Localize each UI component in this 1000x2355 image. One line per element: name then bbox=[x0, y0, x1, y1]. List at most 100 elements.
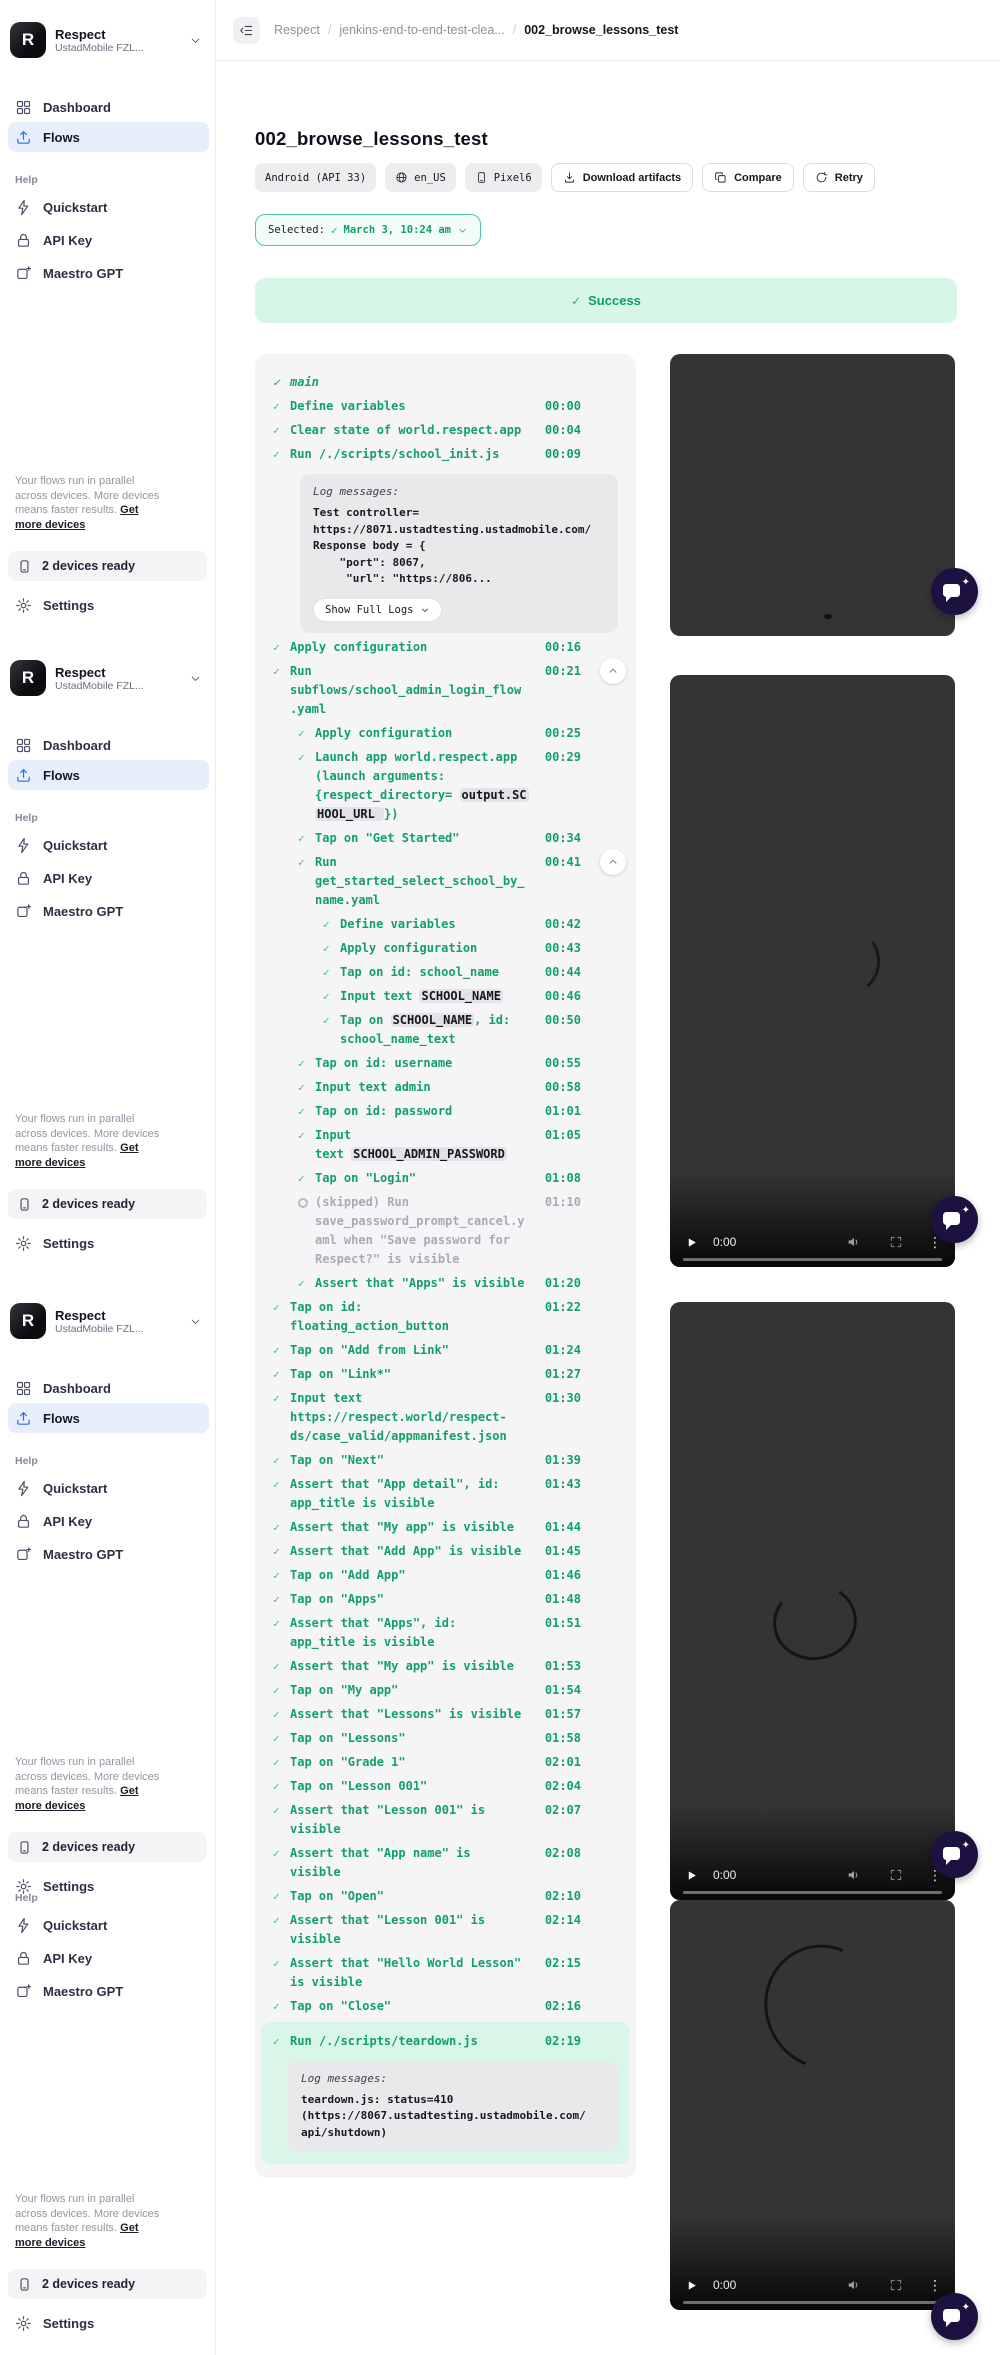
org-switcher[interactable]: RRespectUstadMobile FZL... bbox=[10, 660, 202, 696]
play-icon[interactable] bbox=[685, 1869, 698, 1882]
device-video-player[interactable]: 0:00⋮ bbox=[670, 1900, 955, 2310]
step-row: ✓Assert that "Lessons" is visible01:57 bbox=[273, 1705, 618, 1724]
breadcrumb-item[interactable]: Respect bbox=[274, 23, 320, 37]
step-time: 01:51 bbox=[545, 1614, 581, 1633]
chevron-down-icon bbox=[457, 225, 468, 236]
sidebar-item-quickstart[interactable]: Quickstart bbox=[8, 1910, 209, 1940]
sidebar-item-api-key[interactable]: API Key bbox=[8, 225, 209, 255]
collapse-sidebar-button[interactable] bbox=[233, 17, 260, 44]
device-video-player[interactable]: 0:00⋮ bbox=[670, 675, 955, 1267]
devices-ready-pill: 2 devices ready bbox=[8, 1189, 207, 1219]
step-text: Apply configuration bbox=[340, 939, 477, 958]
lock-icon bbox=[15, 870, 32, 887]
selected-prefix: Selected: bbox=[268, 224, 325, 236]
sidebar-item-dashboard[interactable]: Dashboard bbox=[8, 730, 209, 760]
device-video-player[interactable] bbox=[670, 354, 955, 636]
sidebar-item-quickstart[interactable]: Quickstart bbox=[8, 830, 209, 860]
volume-icon[interactable] bbox=[846, 1867, 862, 1883]
org-subtitle: UstadMobile FZL... bbox=[55, 680, 144, 692]
compare-button[interactable]: Compare bbox=[702, 163, 794, 192]
check-icon: ✓ bbox=[298, 1274, 315, 1293]
fullscreen-icon[interactable] bbox=[889, 2278, 903, 2292]
check-icon: ✓ bbox=[298, 748, 315, 824]
step-text: Tap on "Open" bbox=[290, 1887, 384, 1906]
retry-button[interactable]: Retry bbox=[803, 163, 875, 192]
play-icon[interactable] bbox=[685, 1236, 698, 1249]
volume-icon[interactable] bbox=[846, 2277, 862, 2293]
code-chip: SCHOOL_NAME bbox=[391, 1013, 474, 1027]
sidebar-item-maestro-gpt[interactable]: Maestro GPT bbox=[8, 1976, 209, 2006]
step-text: Assert that "App detail", id:app_title i… bbox=[290, 1475, 500, 1513]
sidebar-item-api-key[interactable]: API Key bbox=[8, 1943, 209, 1973]
sidebar-item-dashboard[interactable]: Dashboard bbox=[8, 92, 209, 122]
show-full-logs-button[interactable]: Show Full Logs bbox=[313, 598, 442, 622]
sidebar-item-maestro-gpt[interactable]: Maestro GPT bbox=[8, 258, 209, 288]
sidebar-item-flows[interactable]: Flows bbox=[8, 1403, 209, 1433]
step-row: ✓Inputtext SCHOOL_ADMIN_PASSWORD01:05 bbox=[273, 1126, 618, 1164]
step-time: 00:55 bbox=[545, 1054, 581, 1073]
step-text: main bbox=[290, 373, 319, 392]
play-icon[interactable] bbox=[685, 2279, 698, 2292]
app-root: RRespectUstadMobile FZL...DashboardFlows… bbox=[0, 0, 1000, 2355]
sidebar-item-api-key[interactable]: API Key bbox=[8, 1506, 209, 1536]
step-time: 00:43 bbox=[545, 939, 581, 958]
check-icon: ✓ bbox=[571, 294, 581, 308]
status-label: Success bbox=[588, 293, 641, 308]
org-switcher[interactable]: RRespectUstadMobile FZL... bbox=[10, 1303, 202, 1339]
sidebar-item-settings[interactable]: Settings bbox=[8, 1228, 209, 1258]
sidebar-item-quickstart[interactable]: Quickstart bbox=[8, 1473, 209, 1503]
step-row: ✓Input text SCHOOL_NAME00:46 bbox=[273, 987, 618, 1006]
step-time: 01:24 bbox=[545, 1341, 581, 1360]
get-more-devices-link[interactable]: Get more devices bbox=[15, 1142, 139, 1169]
get-more-devices-link[interactable]: Get more devices bbox=[15, 504, 139, 531]
download-artifacts-button[interactable]: Download artifacts bbox=[551, 163, 693, 192]
video-progress-bar[interactable] bbox=[683, 1891, 942, 1894]
video-progress-bar[interactable] bbox=[683, 1258, 942, 1261]
sidebar-item-label: Settings bbox=[43, 2316, 94, 2331]
sidebar-item-settings[interactable]: Settings bbox=[8, 2308, 209, 2338]
step-time: 00:29 bbox=[545, 748, 581, 767]
device-video-player[interactable]: 0:00⋮ bbox=[670, 1302, 955, 1900]
sidebar-item-maestro-gpt[interactable]: Maestro GPT bbox=[8, 896, 209, 926]
video-progress-bar[interactable] bbox=[683, 2301, 942, 2304]
gpt-icon bbox=[15, 1983, 32, 2000]
step-text: Input texthttps://respect.world/respect-… bbox=[290, 1389, 507, 1446]
sidebar-item-maestro-gpt[interactable]: Maestro GPT bbox=[8, 1539, 209, 1569]
breadcrumb-item[interactable]: jenkins-end-to-end-test-clea... bbox=[339, 23, 504, 37]
org-name: Respect bbox=[55, 27, 144, 42]
org-name: Respect bbox=[55, 1308, 144, 1323]
collapse-step-button[interactable] bbox=[600, 849, 626, 875]
chat-widget-button[interactable]: ✦ bbox=[931, 2293, 978, 2340]
org-switcher[interactable]: RRespectUstadMobile FZL... bbox=[10, 22, 202, 58]
chevron-down-icon bbox=[420, 605, 430, 615]
chat-widget-button[interactable]: ✦ bbox=[931, 1831, 978, 1878]
volume-icon[interactable] bbox=[846, 1234, 862, 1250]
step-row: ✓Tap on "Open"02:10 bbox=[273, 1887, 618, 1906]
org-logo: R bbox=[10, 22, 46, 58]
step-row: ✓Tap on id:floating_action_button01:22 bbox=[273, 1298, 618, 1336]
step-text: Assert that "App name" isvisible bbox=[290, 1844, 471, 1882]
devices-ready-label: 2 devices ready bbox=[42, 2277, 135, 2291]
fullscreen-icon[interactable] bbox=[889, 1235, 903, 1249]
step-text: Tap on "Grade 1" bbox=[290, 1753, 406, 1772]
sidebar-item-dashboard[interactable]: Dashboard bbox=[8, 1373, 209, 1403]
fullscreen-icon[interactable] bbox=[889, 1868, 903, 1882]
sidebar-item-flows[interactable]: Flows bbox=[8, 122, 209, 152]
get-more-devices-link[interactable]: Get more devices bbox=[15, 2222, 139, 2249]
sidebar-item-flows[interactable]: Flows bbox=[8, 760, 209, 790]
step-time: 02:07 bbox=[545, 1801, 581, 1820]
sidebar-item-label: Quickstart bbox=[43, 1481, 107, 1496]
run-selector-dropdown[interactable]: Selected: ✓ March 3, 10:24 am bbox=[255, 214, 481, 246]
chat-widget-button[interactable]: ✦ bbox=[931, 1196, 978, 1243]
sidebar-item-settings[interactable]: Settings bbox=[8, 590, 209, 620]
chat-bubble-icon bbox=[943, 584, 960, 597]
collapse-step-button[interactable] bbox=[600, 658, 626, 684]
chat-widget-button[interactable]: ✦ bbox=[931, 568, 978, 615]
step-time: 01:05 bbox=[545, 1126, 581, 1145]
step-row: ✓Run /./scripts/school_init.js00:09 bbox=[273, 445, 618, 464]
step-text: Tap on SCHOOL_NAME, id:school_name_text bbox=[340, 1011, 510, 1049]
more-options-button[interactable]: ⋮ bbox=[928, 2278, 942, 2292]
sidebar-item-api-key[interactable]: API Key bbox=[8, 863, 209, 893]
sidebar-item-quickstart[interactable]: Quickstart bbox=[8, 192, 209, 222]
video-time: 0:00 bbox=[713, 1868, 736, 1882]
